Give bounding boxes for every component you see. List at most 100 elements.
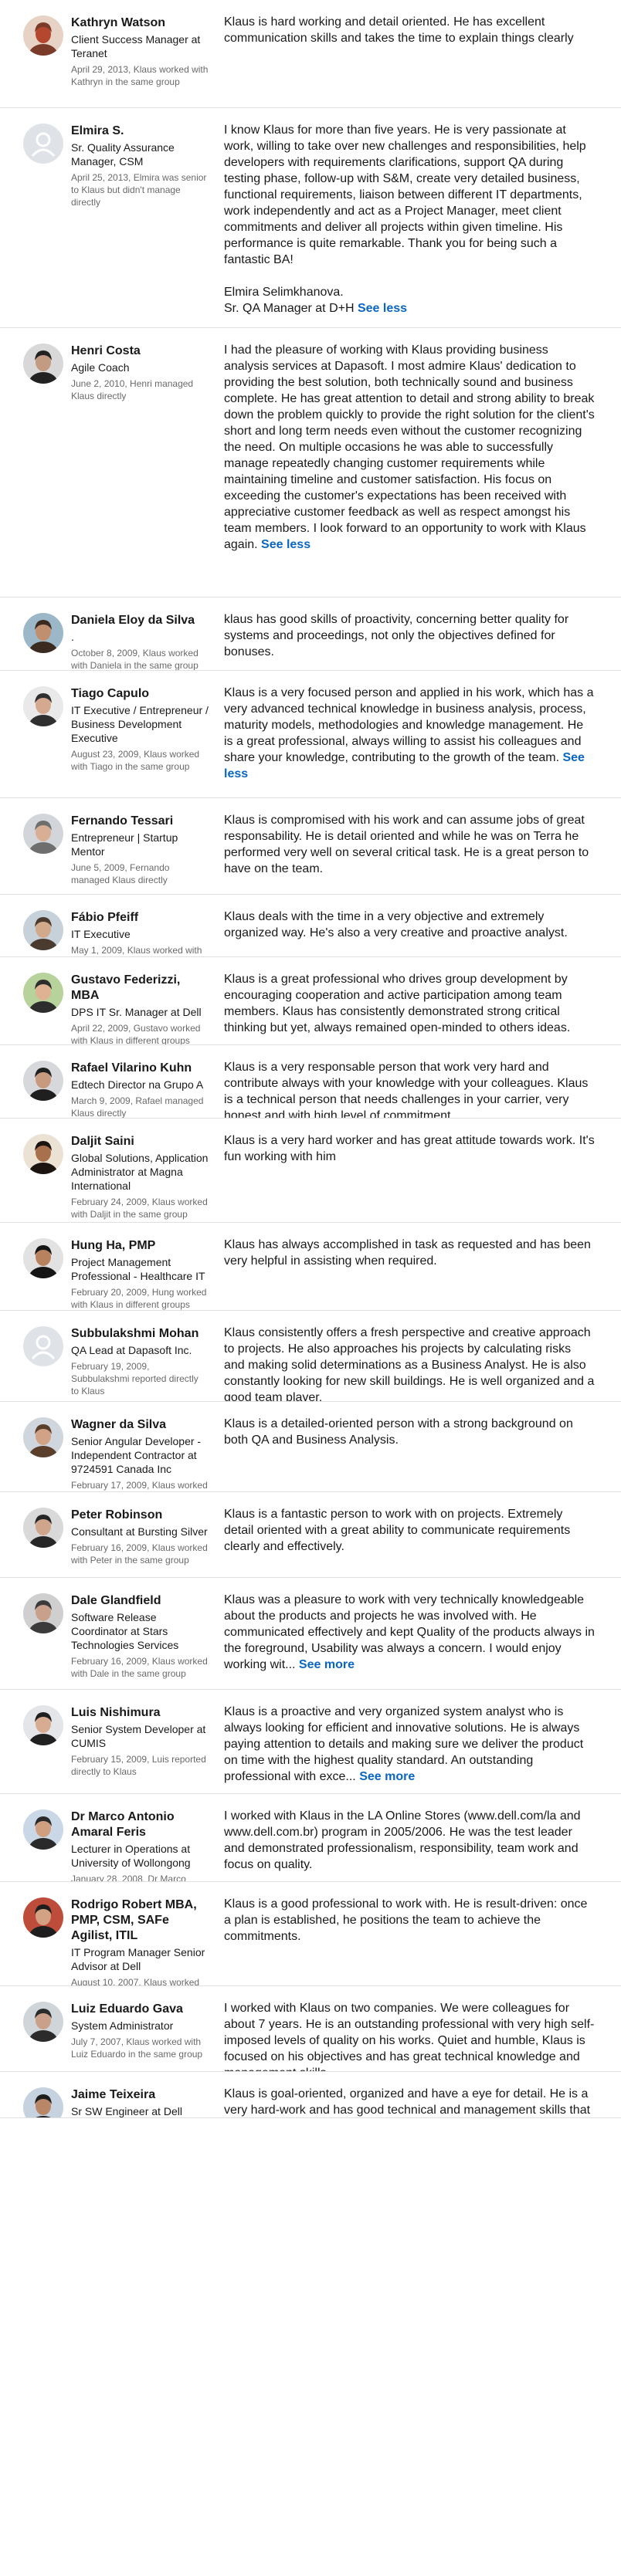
recommendation-item: Gustavo Federizzi, MBA DPS IT Sr. Manager… [0, 957, 621, 1045]
recommender-name[interactable]: Henri Costa [71, 344, 209, 359]
recommendation-date-relation: July 7, 2007, Klaus worked with Luiz Edu… [71, 2036, 203, 2060]
recommender-name[interactable]: Gustavo Federizzi, MBA [71, 973, 209, 1004]
recommender-name[interactable]: Luis Nishimura [71, 1705, 209, 1721]
recommender-name[interactable]: Daljit Saini [71, 1134, 209, 1149]
recommender-headline: Project Management Professional - Health… [71, 1256, 205, 1282]
recommendation-text: Klaus was a pleasure to work with very t… [224, 1592, 595, 1673]
recommender-info: Rafael Vilarino Kuhn Edtech Director na G… [71, 1061, 209, 1118]
recommender-name[interactable]: Jaime Teixeira [71, 2087, 209, 2103]
see-more-link[interactable]: See more [299, 1658, 355, 1671]
recommender-headline: . [71, 631, 74, 643]
avatar[interactable] [23, 613, 63, 653]
recommendation-item: Henri Costa Agile Coach June 2, 2010, Henr… [0, 328, 621, 597]
recommendation-date-relation: April 29, 2013, Klaus worked with Kathry… [71, 64, 209, 87]
recommendation-item: Fernando Tessari Entrepreneur | Startup M… [0, 798, 621, 895]
recommender-headline: DPS IT Sr. Manager at Dell [71, 1006, 202, 1018]
recommender-info: Kathryn Watson Client Success Manager at … [71, 15, 209, 88]
recommender-name[interactable]: Elmira S. [71, 124, 209, 139]
recommendation-paragraph: Klaus is goal-oriented, organized and ha… [224, 2086, 595, 2117]
see-less-link[interactable]: See less [261, 538, 310, 551]
recommender-name[interactable]: Fernando Tessari [71, 814, 209, 829]
recommender-name[interactable]: Wagner da Silva [71, 1417, 209, 1433]
recommender-name[interactable]: Subbulakshmi Mohan [71, 1326, 209, 1342]
recommender-name[interactable]: Rafael Vilarino Kuhn [71, 1061, 209, 1076]
recommender-name[interactable]: Hung Ha, PMP [71, 1238, 209, 1254]
recommender-name[interactable]: Daniela Eloy da Silva [71, 613, 209, 628]
recommendation-date-relation: February 16, 2009, Klaus worked with Pet… [71, 1542, 208, 1566]
recommendation-paragraph-text: Klaus is a very focused person and appli… [224, 686, 594, 764]
recommendation-item: Rafael Vilarino Kuhn Edtech Director na G… [0, 1045, 621, 1119]
recommendation-paragraph-text: I had the pleasure of working with Klaus… [224, 344, 595, 551]
recommender-info: Jaime TeixeiraSr SW Engineer at DellJune… [71, 2087, 209, 2117]
recommendation-paragraph: Klaus is a good professional to work wit… [224, 1896, 595, 1945]
recommendation-paragraph: Elmira Selimkhanova. Sr. QA Manager at D… [224, 284, 595, 316]
recommendation-paragraph: I had the pleasure of working with Klaus… [224, 342, 595, 553]
recommendation-paragraph-text: klaus has good skills of proactivity, co… [224, 613, 569, 658]
recommender-name[interactable]: Dale Glandfield [71, 1593, 209, 1609]
recommendation-item: Peter Robinson Consultant at Bursting Sil… [0, 1492, 621, 1578]
recommendation-paragraph-text: Klaus is a great professional who drives… [224, 973, 571, 1034]
recommendation-date-relation: February 24, 2009, Klaus worked with Dal… [71, 1197, 208, 1220]
recommendation-text: Klaus is a very hard worker and has grea… [224, 1132, 595, 1165]
recommendation-date-relation: February 20, 2009, Hung worked with Klau… [71, 1287, 207, 1310]
recommendation-paragraph: Klaus is hard working and detail oriente… [224, 14, 595, 46]
recommendation-text: I had the pleasure of working with Klaus… [224, 342, 595, 553]
recommender-info: Fernando Tessari Entrepreneur | Startup M… [71, 814, 209, 886]
recommendation-text: Klaus is a great professional who drives… [224, 971, 595, 1036]
recommender-headline: IT Executive [71, 928, 131, 940]
recommendation-date-relation: May 1, 2009, Klaus worked with Fábio in … [71, 945, 202, 956]
avatar[interactable] [23, 1417, 63, 1457]
recommendation-paragraph-text: Klaus is a very responsable person that … [224, 1061, 589, 1119]
avatar[interactable] [23, 2087, 63, 2117]
recommendation-paragraph-text: Klaus consistently offers a fresh perspe… [224, 1326, 595, 1402]
avatar[interactable] [23, 1897, 63, 1938]
avatar[interactable] [23, 2002, 63, 2042]
recommendation-text: Klaus is a detailed-oriented person with… [224, 1416, 595, 1448]
recommendation-text: Klaus is a very responsable person that … [224, 1059, 595, 1119]
avatar[interactable] [23, 910, 63, 950]
avatar[interactable] [23, 814, 63, 854]
avatar[interactable] [23, 1593, 63, 1633]
recommender-info: Luis Nishimura Senior System Developer at… [71, 1705, 209, 1778]
avatar[interactable] [23, 1809, 63, 1850]
recommendation-text: Klaus consistently offers a fresh perspe… [224, 1325, 595, 1402]
recommendation-paragraph-text: Klaus deals with the time in a very obje… [224, 910, 568, 939]
recommendation-paragraph-text: Klaus is a good professional to work wit… [224, 1897, 588, 1943]
recommender-headline: Software Release Coordinator at Stars Te… [71, 1611, 179, 1651]
recommendation-item: Tiago Capulo IT Executive / Entrepreneur … [0, 671, 621, 798]
avatar[interactable] [23, 1238, 63, 1278]
recommender-name[interactable]: Fábio Pfeiff [71, 910, 209, 926]
recommender-info: Dr Marco Antonio Amaral Feris Lecturer in… [71, 1809, 209, 1881]
recommendation-paragraph-text: Klaus is goal-oriented, organized and ha… [224, 2087, 591, 2117]
see-more-link[interactable]: See more [359, 1770, 415, 1783]
recommendation-item: Hung Ha, PMP Project Management Professio… [0, 1223, 621, 1311]
recommender-headline: IT Program Manager Senior Advisor at Del… [71, 1946, 205, 1972]
default-avatar-icon[interactable] [23, 1326, 63, 1366]
recommender-info: Rodrigo Robert MBA, PMP, CSM, SAFe Agili… [71, 1897, 209, 1985]
recommender-name[interactable]: Luiz Eduardo Gava [71, 2002, 209, 2017]
default-avatar-icon[interactable] [23, 124, 63, 164]
avatar[interactable] [23, 344, 63, 384]
avatar[interactable] [23, 1061, 63, 1101]
recommendation-paragraph-text: Elmira Selimkhanova. Sr. QA Manager at D… [224, 286, 355, 315]
avatar[interactable] [23, 1134, 63, 1174]
see-less-link[interactable]: See less [358, 302, 407, 315]
recommendation-paragraph-text: I know Klaus for more than five years. H… [224, 124, 586, 266]
recommender-headline: Senior Angular Developer - Independent C… [71, 1435, 202, 1475]
recommender-name[interactable]: Dr Marco Antonio Amaral Feris [71, 1809, 209, 1840]
recommendation-item: Daniela Eloy da Silva. October 8, 2009, K… [0, 597, 621, 671]
avatar[interactable] [23, 973, 63, 1013]
recommender-name[interactable]: Kathryn Watson [71, 15, 209, 31]
avatar[interactable] [23, 1508, 63, 1548]
avatar[interactable] [23, 15, 63, 56]
recommendation-paragraph: Klaus is a very focused person and appli… [224, 685, 595, 782]
avatar[interactable] [23, 1705, 63, 1745]
recommendation-paragraph-text: Klaus is a very hard worker and has grea… [224, 1134, 595, 1163]
recommender-name[interactable]: Tiago Capulo [71, 686, 209, 702]
avatar[interactable] [23, 686, 63, 726]
recommender-headline: IT Executive / Entrepreneur / Business D… [71, 704, 209, 744]
recommender-name[interactable]: Rodrigo Robert MBA, PMP, CSM, SAFe Agili… [71, 1897, 209, 1944]
recommender-info: Peter Robinson Consultant at Bursting Sil… [71, 1508, 209, 1566]
recommendation-paragraph-text: Klaus is a fantastic person to work with… [224, 1508, 571, 1553]
recommender-name[interactable]: Peter Robinson [71, 1508, 209, 1523]
